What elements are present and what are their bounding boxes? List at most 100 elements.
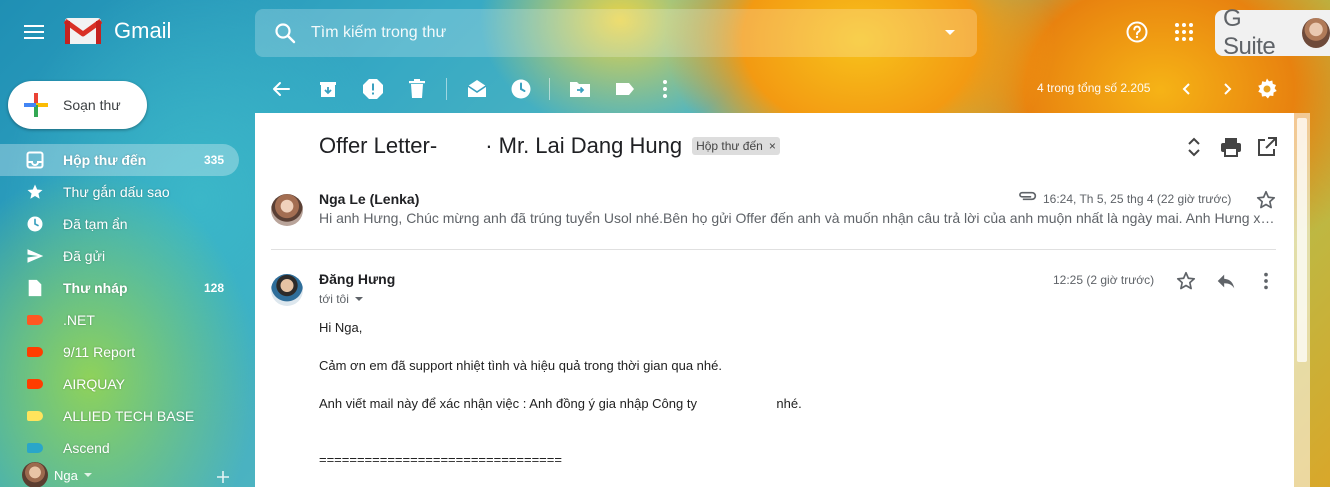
- sidebar-item-label-net[interactable]: .NET: [0, 304, 255, 336]
- sender-name: Nga Le (Lenka): [319, 191, 420, 207]
- sidebar-item-sent[interactable]: Đã gửi: [0, 240, 255, 272]
- snooze-clock-icon[interactable]: [509, 77, 533, 101]
- sidebar-item-snoozed[interactable]: Đã tạm ẩn: [0, 208, 255, 240]
- sidebar-item-label: Đã tạm ẩn: [63, 216, 128, 232]
- sidebar-item-label: Hộp thư đến: [63, 152, 147, 168]
- gsuite-label: G Suite: [1223, 5, 1276, 60]
- recipient-details[interactable]: tới tôi: [319, 292, 363, 306]
- add-contact-icon[interactable]: [214, 468, 232, 486]
- report-spam-icon[interactable]: [361, 77, 385, 101]
- star-toggle-icon[interactable]: [1175, 270, 1197, 292]
- expanded-message: Đăng Hưng tới tôi 12:25 (2 giờ trước) Hi…: [255, 250, 1294, 487]
- avatar: [22, 462, 48, 487]
- label-tag-icon[interactable]: [613, 77, 637, 101]
- email-subject: Offer Letter- · Mr. Lai Dang Hung Hộp th…: [319, 133, 780, 159]
- attachment-icon: [1019, 191, 1037, 201]
- print-icon[interactable]: [1219, 135, 1243, 159]
- gmail-m-icon: [64, 18, 102, 44]
- email-view: Offer Letter- · Mr. Lai Dang Hung Hộp th…: [255, 113, 1294, 487]
- inbox-icon: [25, 150, 45, 170]
- compose-button[interactable]: Soạn thư: [8, 81, 147, 129]
- label-icon: [25, 374, 45, 394]
- sender-name: Đăng Hưng: [319, 271, 396, 287]
- sidebar-item-label: Đã gửi: [63, 248, 106, 264]
- sidebar-item-label-911-report[interactable]: 9/11 Report: [0, 336, 255, 368]
- sidebar-item-inbox[interactable]: Hộp thư đến 335: [0, 144, 239, 176]
- recipient-text: tới tôi: [319, 292, 349, 306]
- top-bar: Gmail G Suite: [0, 0, 1330, 64]
- chevron-down-icon: [354, 297, 363, 301]
- toolbar-divider: [549, 78, 550, 100]
- reply-icon[interactable]: [1215, 270, 1237, 292]
- apps-grid-icon[interactable]: [1172, 20, 1196, 44]
- back-arrow-icon[interactable]: [269, 77, 293, 101]
- app-name: Gmail: [114, 18, 172, 43]
- toolbar-divider: [446, 78, 447, 100]
- message-time: 12:25 (2 giờ trước): [1053, 273, 1155, 287]
- sidebar-item-drafts[interactable]: Thư nháp 128: [0, 272, 255, 304]
- pagination-text: 4 trong tổng số 2.205: [1037, 81, 1151, 95]
- delete-icon[interactable]: [405, 77, 429, 101]
- label-icon: [25, 438, 45, 458]
- collapsed-message[interactable]: Nga Le (Lenka) 16:24, Th 5, 25 thg 4 (22…: [255, 181, 1294, 249]
- message-snippet: Hi anh Hưng, Chúc mừng anh đã trúng tuyể…: [319, 210, 1279, 226]
- label-icon: [25, 406, 45, 426]
- sidebar-item-label-allied-tech-base[interactable]: ALLIED TECH BASE: [0, 400, 255, 432]
- gmail-logo[interactable]: Gmail: [64, 16, 171, 46]
- inbox-label-chip[interactable]: Hộp thư đến ×: [692, 137, 780, 155]
- inbox-label-text: Hộp thư đến: [696, 139, 763, 153]
- main-menu-icon[interactable]: [22, 22, 46, 42]
- gsuite-account-button[interactable]: G Suite: [1215, 5, 1330, 60]
- help-icon[interactable]: [1125, 20, 1149, 44]
- sidebar-item-label: Ascend: [63, 440, 110, 456]
- sidebar-item-label: .NET: [63, 312, 95, 328]
- body-paragraph: Cảm ơn em đã support nhiệt tình và hiệu …: [319, 358, 722, 373]
- send-icon: [25, 246, 45, 266]
- remove-label-icon[interactable]: ×: [769, 139, 776, 153]
- search-icon[interactable]: [273, 21, 297, 45]
- sidebar-item-label: Thư nháp: [63, 280, 128, 296]
- search-input[interactable]: [311, 24, 911, 42]
- body-greeting: Hi Nga,: [319, 320, 363, 335]
- sidebar-item-label-ascend[interactable]: Ascend: [0, 432, 255, 464]
- unread-count: 335: [204, 153, 225, 167]
- star-icon: [25, 182, 45, 202]
- label-icon: [25, 310, 45, 330]
- compose-plus-icon: [24, 93, 48, 117]
- newer-chevron-icon[interactable]: [1175, 77, 1199, 101]
- search-options-icon[interactable]: [945, 30, 955, 35]
- draft-icon: [25, 278, 45, 298]
- message-time: 16:24, Th 5, 25 thg 4 (22 giờ trước): [1043, 192, 1232, 206]
- sender-avatar: [271, 274, 303, 306]
- mark-unread-icon[interactable]: [465, 77, 489, 101]
- draft-count: 128: [204, 281, 225, 295]
- move-to-folder-icon[interactable]: [568, 77, 592, 101]
- hangouts-user-name: Nga: [54, 467, 78, 483]
- sidebar-item-label: 9/11 Report: [63, 344, 136, 360]
- open-in-new-window-icon[interactable]: [1255, 135, 1279, 159]
- body-separator: ================================: [319, 452, 562, 467]
- subject-text-part1: Offer Letter-: [319, 133, 438, 158]
- search-bar: [255, 9, 977, 57]
- sidebar-item-label-airquay[interactable]: AIRQUAY: [0, 368, 255, 400]
- expand-all-icon[interactable]: [1182, 135, 1206, 159]
- hangouts-user[interactable]: Nga: [22, 462, 92, 487]
- sidebar-item-label: AIRQUAY: [63, 376, 125, 392]
- settings-gear-icon[interactable]: [1255, 77, 1279, 101]
- more-options-icon[interactable]: [1255, 270, 1277, 292]
- body-paragraph: Anh viết mail này để xác nhận việc : Anh…: [319, 396, 802, 411]
- compose-label: Soạn thư: [63, 97, 121, 113]
- sidebar-nav: Hộp thư đến 335 Thư gắn dấu sao Đã tạm ẩ…: [0, 144, 255, 464]
- star-toggle-icon[interactable]: [1255, 189, 1277, 211]
- sidebar-item-starred[interactable]: Thư gắn dấu sao: [0, 176, 255, 208]
- label-icon: [25, 342, 45, 362]
- sidebar-item-label: ALLIED TECH BASE: [63, 408, 195, 424]
- account-avatar[interactable]: [1302, 18, 1330, 48]
- more-vert-icon[interactable]: [653, 77, 677, 101]
- older-chevron-icon[interactable]: [1215, 77, 1239, 101]
- sidebar-item-label: Thư gắn dấu sao: [63, 184, 170, 200]
- sender-avatar: [271, 194, 303, 226]
- scrollbar-thumb[interactable]: [1297, 118, 1307, 362]
- subject-text-part2: · Mr. Lai Dang Hung: [485, 133, 683, 158]
- archive-icon[interactable]: [316, 77, 340, 101]
